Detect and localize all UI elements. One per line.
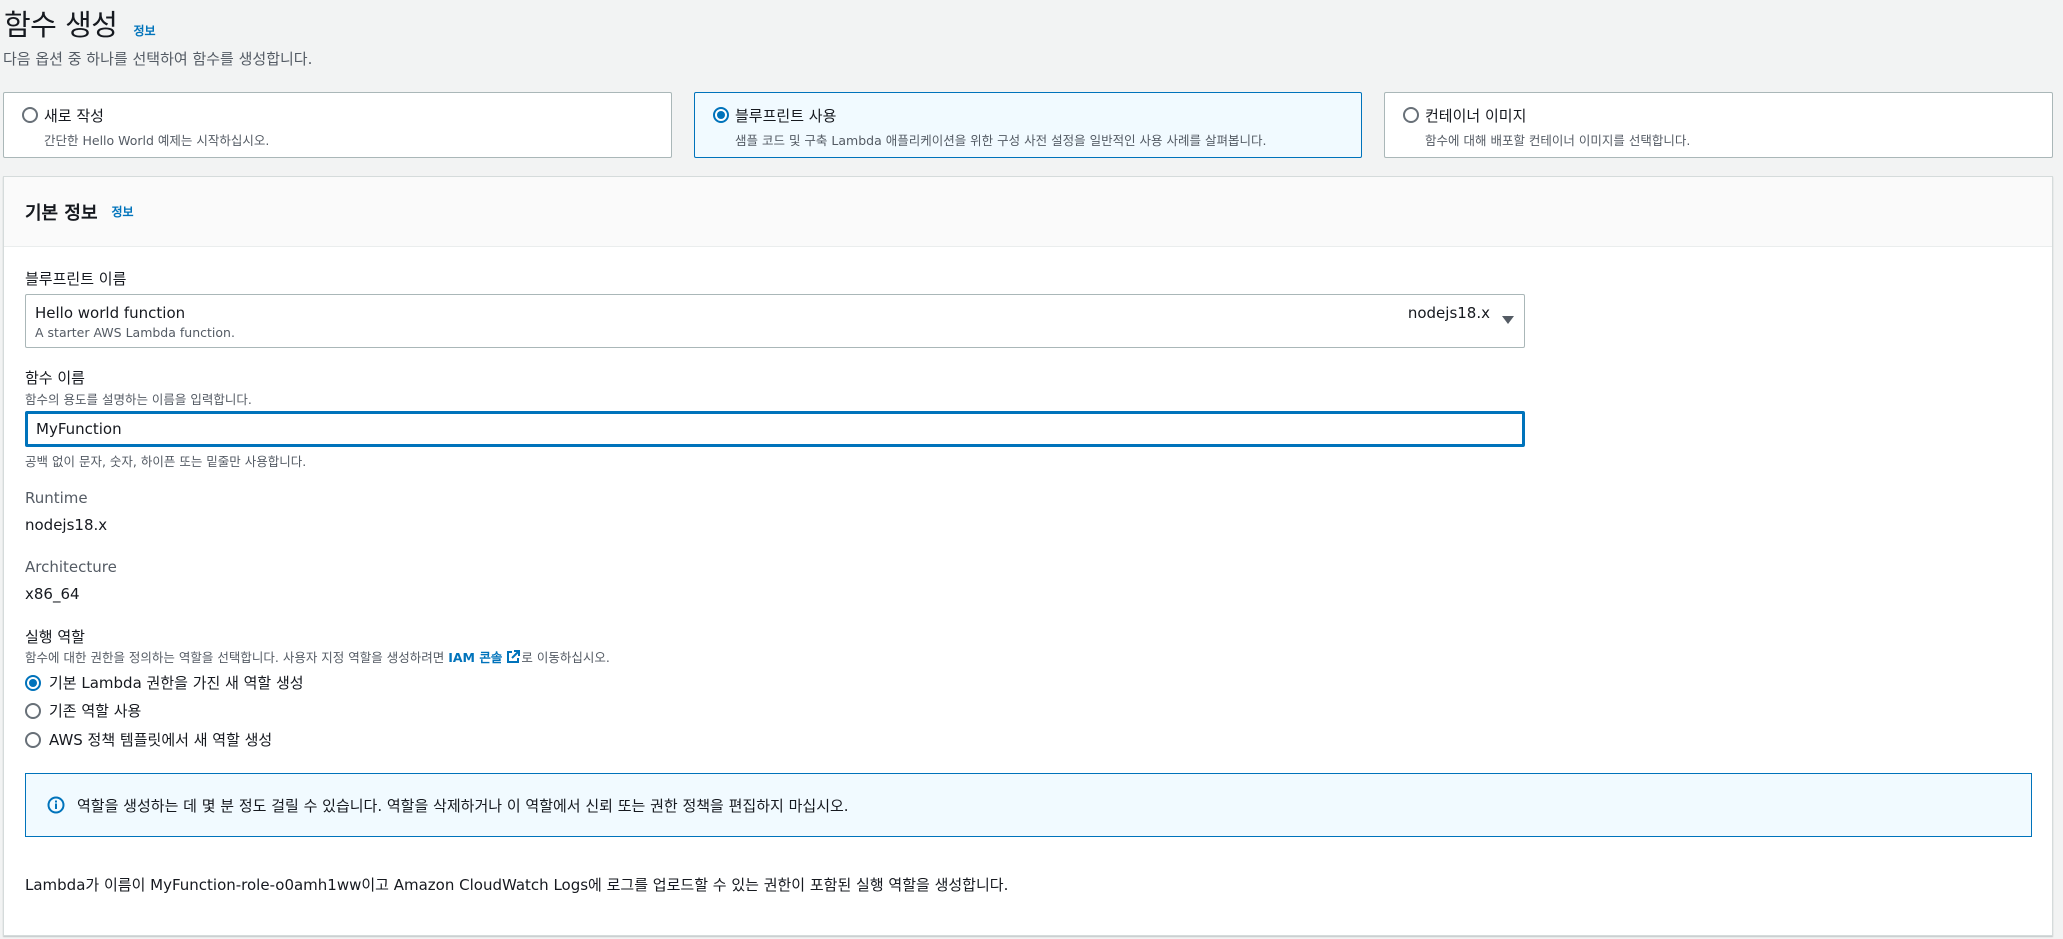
info-icon xyxy=(47,796,65,814)
page-title: 함수 생성 xyxy=(4,8,118,42)
role-option-new-basic[interactable]: 기본 Lambda 권한을 가진 새 역할 생성 xyxy=(25,672,304,693)
create-function-page: 함수 생성 정보 다음 옵션 중 하나를 선택하여 함수를 생성합니다. 새로 … xyxy=(0,0,2063,939)
alert-text: 역할을 생성하는 데 몇 분 정도 걸릴 수 있습니다. 역할을 삭제하거나 이… xyxy=(77,796,849,815)
external-link-icon[interactable] xyxy=(506,650,521,664)
role-info-alert: 역할을 생성하는 데 몇 분 정도 걸릴 수 있습니다. 역할을 삭제하거나 이… xyxy=(25,773,2032,837)
option-author-from-scratch[interactable]: 새로 작성 간단한 Hello World 예제는 시작하십시오. xyxy=(3,92,672,158)
caret-down-icon[interactable] xyxy=(1502,316,1514,324)
role-option-existing[interactable]: 기존 역할 사용 xyxy=(25,700,141,721)
radio-button[interactable] xyxy=(25,702,41,719)
blueprint-name-label: 블루프린트 이름 xyxy=(25,270,127,288)
basic-info-link[interactable]: 정보 xyxy=(112,203,134,220)
execution-role-hint-suffix: 로 이동하십시오. xyxy=(521,650,610,665)
option-desc: 간단한 Hello World 예제는 시작하십시오. xyxy=(44,133,270,148)
function-name-input[interactable] xyxy=(25,411,1525,447)
option-use-blueprint[interactable]: 블루프린트 사용 샘플 코드 및 구축 Lambda 애플리케이션을 위한 구성… xyxy=(694,92,1362,158)
page-header: 함수 생성 정보 xyxy=(4,2,156,44)
option-label: 컨테이너 이미지 xyxy=(1425,107,1527,125)
option-radio[interactable] xyxy=(22,107,38,123)
page-info-link[interactable]: 정보 xyxy=(133,22,155,39)
function-name-label: 함수 이름 xyxy=(25,369,85,387)
option-radio[interactable] xyxy=(713,107,729,123)
runtime-value: nodejs18.x xyxy=(25,516,108,534)
role-option-policy-template[interactable]: AWS 정책 템플릿에서 새 역할 생성 xyxy=(25,729,272,750)
architecture-value: x86_64 xyxy=(25,585,80,603)
blueprint-select-value: Hello world function xyxy=(35,304,186,322)
option-radio[interactable] xyxy=(1403,107,1419,123)
role-option-label: 기본 Lambda 권한을 가진 새 역할 생성 xyxy=(49,674,304,692)
blueprint-select-desc: A starter AWS Lambda function. xyxy=(35,325,235,340)
basic-info-title: 기본 정보 xyxy=(25,202,98,224)
role-option-label: 기존 역할 사용 xyxy=(49,702,142,720)
option-desc: 함수에 대해 배포할 컨테이너 이미지를 선택합니다. xyxy=(1425,133,1691,148)
option-container-image[interactable]: 컨테이너 이미지 함수에 대해 배포할 컨테이너 이미지를 선택합니다. xyxy=(1384,92,2053,158)
page-subtitle: 다음 옵션 중 하나를 선택하여 함수를 생성합니다. xyxy=(3,50,313,68)
basic-info-panel: 기본 정보 정보 블루프린트 이름 Hello world function A… xyxy=(3,176,2053,936)
function-name-constraint: 공백 없이 문자, 숫자, 하이픈 또는 밑줄만 사용합니다. xyxy=(25,454,307,469)
role-option-label: AWS 정책 템플릿에서 새 역할 생성 xyxy=(49,731,273,749)
execution-role-hint-text: 함수에 대한 권한을 정의하는 역할을 선택합니다. 사용자 지정 역할을 생성… xyxy=(25,650,449,665)
iam-console-link[interactable]: IAM 콘솔 xyxy=(448,650,502,665)
architecture-label: Architecture xyxy=(25,558,117,576)
radio-button[interactable] xyxy=(25,674,41,691)
option-desc: 샘플 코드 및 구축 Lambda 애플리케이션을 위한 구성 사전 설정을 일… xyxy=(735,133,1267,148)
blueprint-runtime-tag: nodejs18.x xyxy=(1407,304,1490,322)
option-label: 새로 작성 xyxy=(44,107,104,125)
basic-info-header: 기본 정보 정보 xyxy=(4,177,2052,247)
option-label: 블루프린트 사용 xyxy=(735,107,837,125)
blueprint-select[interactable]: Hello world function A starter AWS Lambd… xyxy=(25,294,1525,348)
radio-button[interactable] xyxy=(25,731,41,748)
execution-role-label: 실행 역할 xyxy=(25,628,85,646)
role-creation-summary: Lambda가 이름이 MyFunction-role-o0amh1ww이고 A… xyxy=(25,876,1009,894)
runtime-label: Runtime xyxy=(25,489,88,507)
execution-role-hint: 함수에 대한 권한을 정의하는 역할을 선택합니다. 사용자 지정 역할을 생성… xyxy=(25,647,610,666)
function-name-hint: 함수의 용도를 설명하는 이름을 입력합니다. xyxy=(25,392,252,407)
